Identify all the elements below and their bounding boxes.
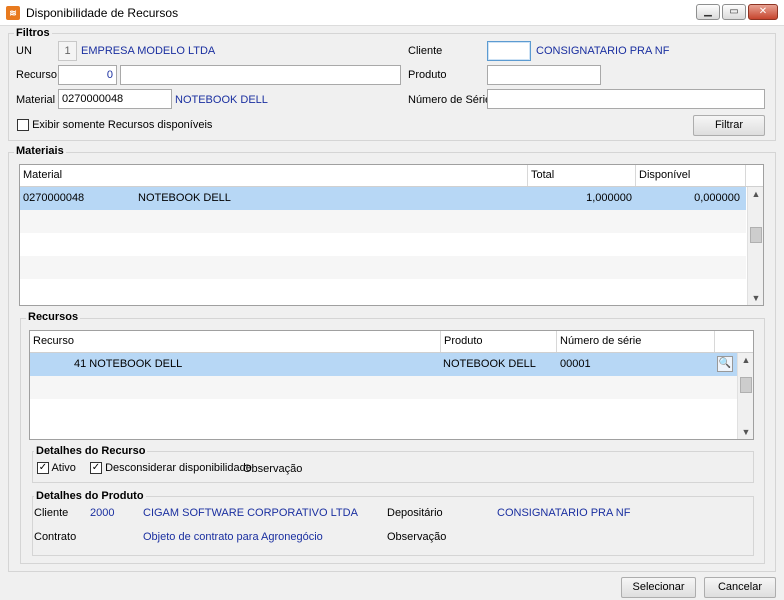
filtros-title: Filtros xyxy=(14,27,52,39)
checkbox-checked-icon[interactable]: ✓ xyxy=(37,462,49,475)
scroll-down-icon[interactable]: ▼ xyxy=(738,427,753,437)
scroll-up-icon[interactable]: ▲ xyxy=(748,189,763,199)
col-disponivel[interactable]: Disponível xyxy=(636,165,746,186)
material-name: NOTEBOOK DELL xyxy=(175,94,268,106)
app-icon: ≋ xyxy=(6,6,20,20)
scroll-thumb[interactable] xyxy=(740,377,752,393)
window-title: Disponibilidade de Recursos xyxy=(26,6,179,20)
materiais-grid-header: Material Total Disponível xyxy=(20,165,763,187)
cliente-label: Cliente xyxy=(408,45,443,57)
observacao-recurso-label: Observação xyxy=(243,463,303,475)
table-row[interactable]: 0270000048 NOTEBOOK DELL 1,000000 0,0000… xyxy=(20,187,746,210)
material-code-input[interactable]: 0270000048 xyxy=(58,89,172,109)
material-label: Material xyxy=(16,94,56,106)
un-name: EMPRESA MODELO LTDA xyxy=(81,45,216,57)
cell-recurso: 41 NOTEBOOK DELL xyxy=(74,358,183,370)
close-button[interactable]: ✕ xyxy=(748,4,778,20)
produto-cliente-name: CIGAM SOFTWARE CORPORATIVO LTDA xyxy=(143,507,358,519)
recursos-grid-header: Recurso Produto Número de série xyxy=(30,331,753,353)
table-row[interactable]: 41 NOTEBOOK DELL NOTEBOOK DELL 00001 🔍 xyxy=(30,353,737,376)
produto-cliente-code: 2000 xyxy=(90,507,115,519)
produto-observacao-label: Observação xyxy=(387,531,447,543)
produto-input[interactable] xyxy=(487,65,601,85)
minimize-button[interactable]: ▁ xyxy=(696,4,720,20)
contrato-value: Objeto de contrato para Agronegócio xyxy=(143,531,323,543)
depositario-label: Depositário xyxy=(387,507,443,519)
col-recurso[interactable]: Recurso xyxy=(30,331,441,352)
lookup-icon[interactable]: 🔍 xyxy=(717,356,733,372)
recurso-desc-input[interactable] xyxy=(120,65,401,85)
exibir-disponiveis-label: Exibir somente Recursos disponíveis xyxy=(32,119,213,131)
checkbox-checked-icon[interactable]: ✓ xyxy=(90,462,102,475)
col-numero-serie[interactable]: Número de série xyxy=(557,331,715,352)
maximize-button[interactable]: ▭ xyxy=(722,4,746,20)
un-code-field: 1 xyxy=(58,41,77,61)
filtrar-button[interactable]: Filtrar xyxy=(693,115,765,136)
materiais-grid: Material Total Disponível 0270000048 NOT… xyxy=(19,164,764,306)
cliente-name: CONSIGNATARIO PRA NF xyxy=(536,45,670,57)
cell-serie: 00001 xyxy=(560,358,591,370)
recursos-title: Recursos xyxy=(26,311,81,323)
cell-material-name: NOTEBOOK DELL xyxy=(138,192,231,204)
table-row xyxy=(30,376,737,399)
un-label: UN xyxy=(16,45,32,57)
cancelar-button[interactable]: Cancelar xyxy=(704,577,776,598)
ativo-label: Ativo xyxy=(51,462,76,474)
materiais-title: Materiais xyxy=(14,145,66,157)
scroll-thumb[interactable] xyxy=(750,227,762,243)
desconsiderar-checkbox[interactable]: ✓ Desconsiderar disponibilidade xyxy=(90,462,252,475)
scroll-up-icon[interactable]: ▲ xyxy=(738,355,753,365)
detalhes-recurso-title: Detalhes do Recurso xyxy=(34,445,148,457)
materiais-scrollbar[interactable]: ▲ ▼ xyxy=(747,187,763,305)
produto-cliente-label: Cliente xyxy=(34,507,69,519)
contrato-label: Contrato xyxy=(34,531,77,543)
scroll-down-icon[interactable]: ▼ xyxy=(748,293,763,303)
serie-input[interactable] xyxy=(487,89,765,109)
exibir-disponiveis-checkbox[interactable]: Exibir somente Recursos disponíveis xyxy=(17,119,213,132)
recurso-label: Recurso xyxy=(16,69,57,81)
cell-disponivel: 0,000000 xyxy=(694,192,740,204)
recursos-scrollbar[interactable]: ▲ ▼ xyxy=(737,353,753,439)
selecionar-button[interactable]: Selecionar xyxy=(621,577,696,598)
produto-label: Produto xyxy=(408,69,447,81)
ativo-checkbox[interactable]: ✓ Ativo xyxy=(37,462,76,475)
table-row xyxy=(30,399,737,422)
depositario-name: CONSIGNATARIO PRA NF xyxy=(497,507,631,519)
desconsiderar-label: Desconsiderar disponibilidade xyxy=(105,462,252,474)
cell-total: 1,000000 xyxy=(586,192,632,204)
serie-label: Número de Série xyxy=(408,94,492,106)
col-produto[interactable]: Produto xyxy=(441,331,557,352)
recurso-code-input[interactable]: 0 xyxy=(58,65,117,85)
table-row xyxy=(20,210,746,233)
cell-material: 0270000048 xyxy=(23,192,85,204)
table-row xyxy=(20,256,746,279)
cell-produto: NOTEBOOK DELL xyxy=(443,358,536,370)
detalhes-produto-group xyxy=(32,496,754,556)
col-total[interactable]: Total xyxy=(528,165,636,186)
col-material[interactable]: Material xyxy=(20,165,528,186)
table-row xyxy=(20,233,746,256)
checkbox-box[interactable] xyxy=(17,119,29,132)
detalhes-produto-title: Detalhes do Produto xyxy=(34,490,146,502)
title-bar: ≋ Disponibilidade de Recursos ▁ ▭ ✕ xyxy=(0,0,784,26)
cliente-input[interactable] xyxy=(487,41,531,61)
recursos-grid: Recurso Produto Número de série 41 NOTEB… xyxy=(29,330,754,440)
